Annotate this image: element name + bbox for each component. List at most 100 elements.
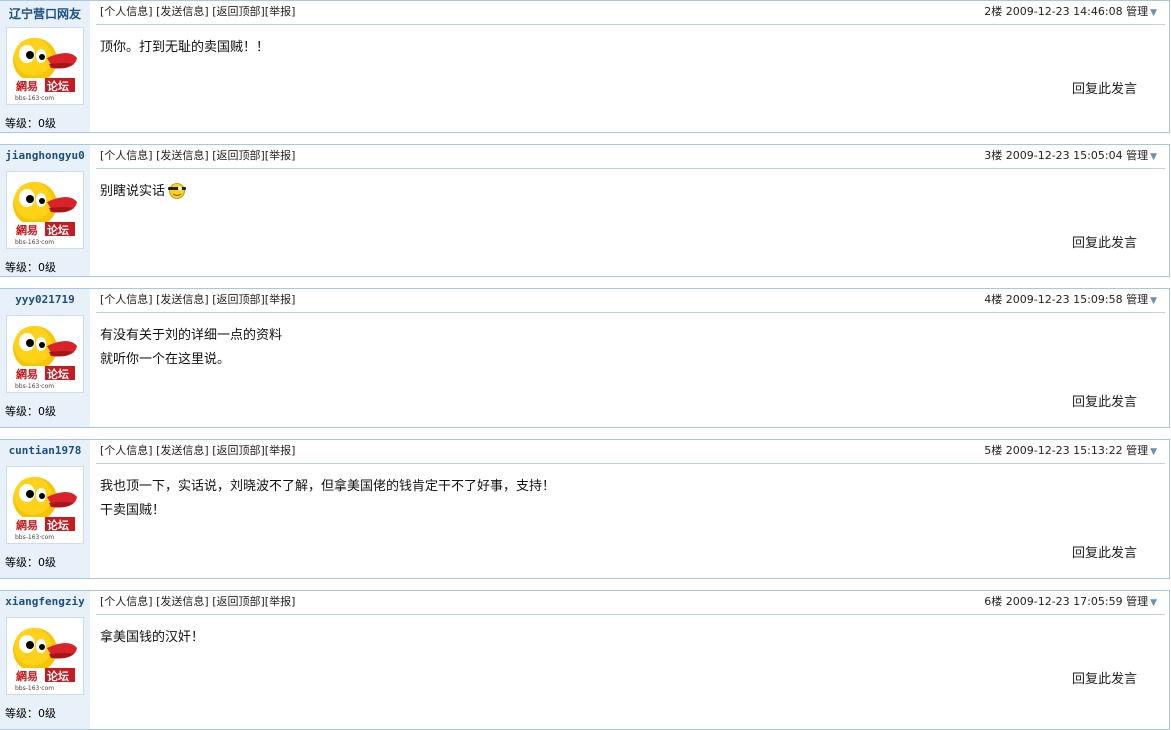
username-link[interactable]: jianghongyu0 [0,149,90,162]
send-message-link[interactable]: [发送信息] [156,5,209,18]
reply-button[interactable]: 回复此发言 [1072,391,1137,410]
floor-number: 6楼 [984,595,1003,608]
avatar[interactable]: 網易 论坛 bbs-163·com [6,27,84,105]
send-message-link[interactable]: [发送信息] [156,149,209,162]
user-sidebar: cuntian1978 網易 论坛 bbs-163·com 等级：0级 [0,440,90,578]
report-link[interactable]: [举报] [265,444,296,457]
post-content: 我也顶一下，实话说，刘晓波不了解，但拿美国佬的钱肯定干不了好事，支持！ 干卖国贼！ [100,475,555,523]
floor-number: 5楼 [984,444,1003,457]
post-main: [个人信息] [发送信息] [返回顶部][举报] 6楼 2009-12-23 1… [90,591,1169,729]
profile-link[interactable]: [个人信息] [100,595,153,608]
post-content-line: 顶你。打到无耻的卖国贼！！ [100,40,270,55]
post-content-line: 就听你一个在这里说。 [100,352,231,367]
svg-text:網易: 網易 [16,79,38,93]
username-link[interactable]: yyy021719 [0,293,90,306]
back-to-top-link[interactable]: [返回顶部] [212,149,265,162]
svg-text:bbs-163·com: bbs-163·com [15,685,54,692]
post-datetime: 2009-12-23 17:05:59 [1005,595,1123,608]
user-level: 等级：0级 [5,261,56,274]
post-datetime: 2009-12-23 14:46:08 [1005,5,1123,18]
send-message-link[interactable]: [发送信息] [156,595,209,608]
chevron-down-icon: ▼ [1150,8,1157,18]
username-link[interactable]: 辽宁营口网友 [0,5,90,22]
avatar[interactable]: 網易 论坛 bbs-163·com [6,171,84,249]
post-content-line: 别瞎说实话 [100,180,189,208]
post-toolbar: [个人信息] [发送信息] [返回顶部][举报] 2楼 2009-12-23 1… [96,1,1165,25]
profile-link[interactable]: [个人信息] [100,149,153,162]
report-link[interactable]: [举报] [265,5,296,18]
user-sidebar: yyy021719 網易 论坛 bbs-163·com 等级：0级 [0,289,90,427]
send-message-link[interactable]: [发送信息] [156,293,209,306]
post-toolbar: [个人信息] [发送信息] [返回顶部][举报] 5楼 2009-12-23 1… [96,440,1165,464]
post: cuntian1978 網易 论坛 bbs-163·com 等级：0级 [个人信… [0,439,1170,579]
reply-button[interactable]: 回复此发言 [1072,542,1137,561]
avatar-duck-icon: 網易 论坛 bbs-163·com [7,467,83,543]
manage-menu-button[interactable]: 管理 ▼ [1126,5,1157,18]
user-level: 等级：0级 [5,117,56,130]
svg-text:论坛: 论坛 [47,223,69,237]
user-level: 等级：0级 [5,556,56,569]
post: xiangfengziy 網易 论坛 bbs-163·com 等级：0级 [个人… [0,590,1170,730]
post-datetime: 2009-12-23 15:05:04 [1005,149,1123,162]
back-to-top-link[interactable]: [返回顶部] [212,5,265,18]
post-content-line: 我也顶一下，实话说，刘晓波不了解，但拿美国佬的钱肯定干不了好事，支持！ [100,479,556,494]
username-link[interactable]: xiangfengziy [0,595,90,608]
back-to-top-link[interactable]: [返回顶部] [212,293,265,306]
svg-text:bbs-163·com: bbs-163·com [15,383,54,390]
report-link[interactable]: [举报] [265,595,296,608]
manage-menu-button[interactable]: 管理 ▼ [1126,444,1157,457]
post-datetime: 2009-12-23 15:13:22 [1005,444,1123,457]
floor-number: 3楼 [984,149,1003,162]
post-toolbar: [个人信息] [发送信息] [返回顶部][举报] 3楼 2009-12-23 1… [96,145,1165,169]
avatar[interactable]: 網易 论坛 bbs-163·com [6,617,84,695]
report-link[interactable]: [举报] [265,293,296,306]
svg-text:網易: 網易 [16,367,38,381]
post-toolbar: [个人信息] [发送信息] [返回顶部][举报] 4楼 2009-12-23 1… [96,289,1165,313]
manage-menu-button[interactable]: 管理 ▼ [1126,293,1157,306]
user-level: 等级：0级 [5,707,56,720]
post-toolbar: [个人信息] [发送信息] [返回顶部][举报] 6楼 2009-12-23 1… [96,591,1165,615]
profile-link[interactable]: [个人信息] [100,293,153,306]
post-content: 有没有关于刘的详细一点的资料 就听你一个在这里说。 [100,324,282,372]
svg-text:论坛: 论坛 [47,669,69,683]
send-message-link[interactable]: [发送信息] [156,444,209,457]
post: 辽宁营口网友 網易 论坛 bbs-163·com 等级：0级 [个人信息] [发… [0,0,1170,133]
post-content-line: 有没有关于刘的详细一点的资料 [100,328,283,343]
post-content: 拿美国钱的汉奸！ [100,626,204,650]
profile-link[interactable]: [个人信息] [100,444,153,457]
post-main: [个人信息] [发送信息] [返回顶部][举报] 5楼 2009-12-23 1… [90,440,1169,578]
post-content-line: 干卖国贼！ [100,503,166,518]
post: jianghongyu0 網易 论坛 bbs-163·com 等级：0级 [个人… [0,144,1170,277]
floor-number: 4楼 [984,293,1003,306]
user-level: 等级：0级 [5,405,56,418]
username-link[interactable]: cuntian1978 [0,444,90,457]
post-content-line: 拿美国钱的汉奸！ [100,630,205,645]
back-to-top-link[interactable]: [返回顶部] [212,444,265,457]
back-to-top-link[interactable]: [返回顶部] [212,595,265,608]
avatar-duck-icon: 網易 论坛 bbs-163·com [7,316,83,392]
svg-text:bbs-163·com: bbs-163·com [15,239,54,246]
post-main: [个人信息] [发送信息] [返回顶部][举报] 4楼 2009-12-23 1… [90,289,1169,427]
svg-text:網易: 網易 [16,518,38,532]
user-sidebar: 辽宁营口网友 網易 论坛 bbs-163·com 等级：0级 [0,1,90,132]
manage-menu-button[interactable]: 管理 ▼ [1126,595,1157,608]
manage-menu-button[interactable]: 管理 ▼ [1126,149,1157,162]
avatar-duck-icon: 網易 论坛 bbs-163·com [7,172,83,248]
manage-label: 管理 [1126,595,1149,608]
report-link[interactable]: [举报] [265,149,296,162]
post-main: [个人信息] [发送信息] [返回顶部][举报] 3楼 2009-12-23 1… [90,145,1169,276]
user-sidebar: jianghongyu0 網易 论坛 bbs-163·com 等级：0级 [0,145,90,276]
avatar-duck-icon: 網易 论坛 bbs-163·com [7,28,83,104]
avatar[interactable]: 網易 论坛 bbs-163·com [6,315,84,393]
chevron-down-icon: ▼ [1150,152,1157,162]
reply-button[interactable]: 回复此发言 [1072,78,1137,97]
avatar[interactable]: 網易 论坛 bbs-163·com [6,466,84,544]
svg-text:论坛: 论坛 [47,79,69,93]
post-main: [个人信息] [发送信息] [返回顶部][举报] 2楼 2009-12-23 1… [90,1,1169,132]
svg-text:论坛: 论坛 [47,367,69,381]
user-sidebar: xiangfengziy 網易 论坛 bbs-163·com 等级：0级 [0,591,90,729]
reply-button[interactable]: 回复此发言 [1072,232,1137,251]
svg-text:bbs-163·com: bbs-163·com [15,95,54,102]
reply-button[interactable]: 回复此发言 [1072,668,1137,687]
profile-link[interactable]: [个人信息] [100,5,153,18]
